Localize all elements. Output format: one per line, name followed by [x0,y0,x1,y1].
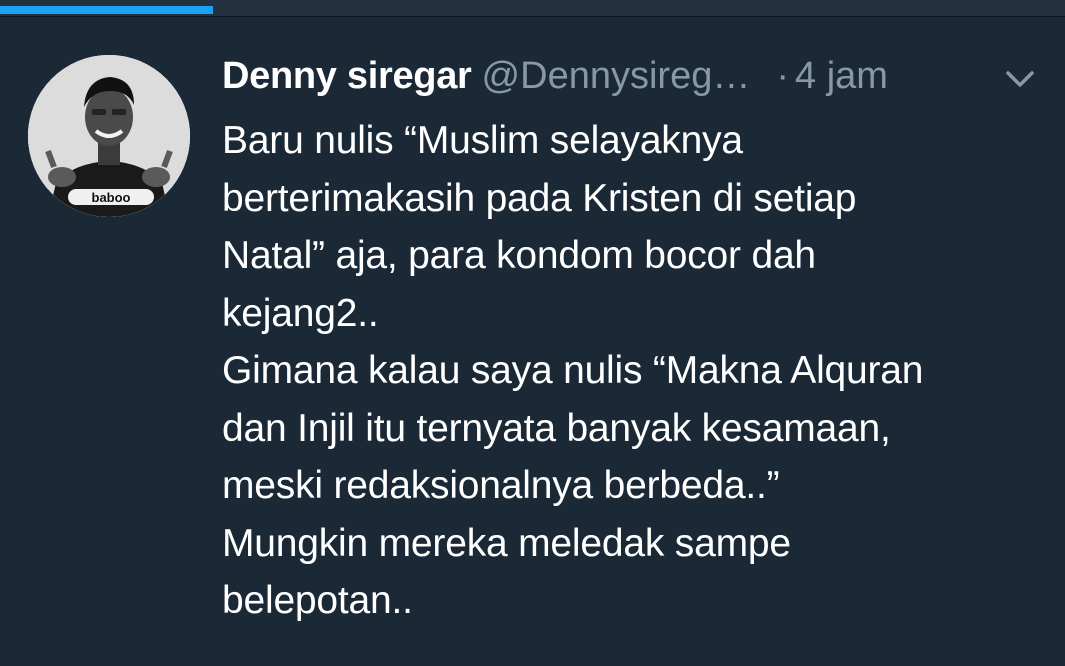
tweet-text-line: Baru nulis “Muslim selayaknya [222,119,743,162]
avatar[interactable]: baboo [28,55,190,217]
author-handle[interactable]: @Dennysireg… [482,55,751,97]
tweet-text-line: meski redaksionalnya berbeda..” [222,464,780,507]
tab-indicator [0,6,213,14]
tweet-text-line: dan Injil itu ternyata banyak kesamaan, [222,406,891,450]
avatar-photo: baboo [28,55,190,217]
tweet-text-line: belepotan.. [222,579,413,622]
tweet-screen: baboo Denny siregar @Dennysireg… · 4 jam Ba… [0,0,1065,666]
tweet-text-line: Mungkin mereka meledak sampe [222,521,791,565]
top-tab-bar [0,0,1065,17]
tweet-text-line: Gimana kalau saya nulis “Makna Alquran [222,349,924,392]
tweet-header: Denny siregar @Dennysireg… · 4 jam [222,50,1042,102]
avatar-shirt-text: baboo [92,190,131,205]
tweet-text-line: kejang2.. [222,291,379,335]
timestamp[interactable]: 4 jam [795,55,888,97]
tweet-text: Baru nulis “Muslim selayaknya berterimak… [222,112,1052,630]
chevron-down-icon[interactable] [1002,64,1038,94]
tweet-text-line: berterimakasih pada Kristen di setiap [222,176,857,220]
author-name[interactable]: Denny siregar [222,55,472,97]
separator-dot: · [776,55,789,97]
tweet-text-line: Natal” aja, para kondom bocor dah [222,234,816,277]
